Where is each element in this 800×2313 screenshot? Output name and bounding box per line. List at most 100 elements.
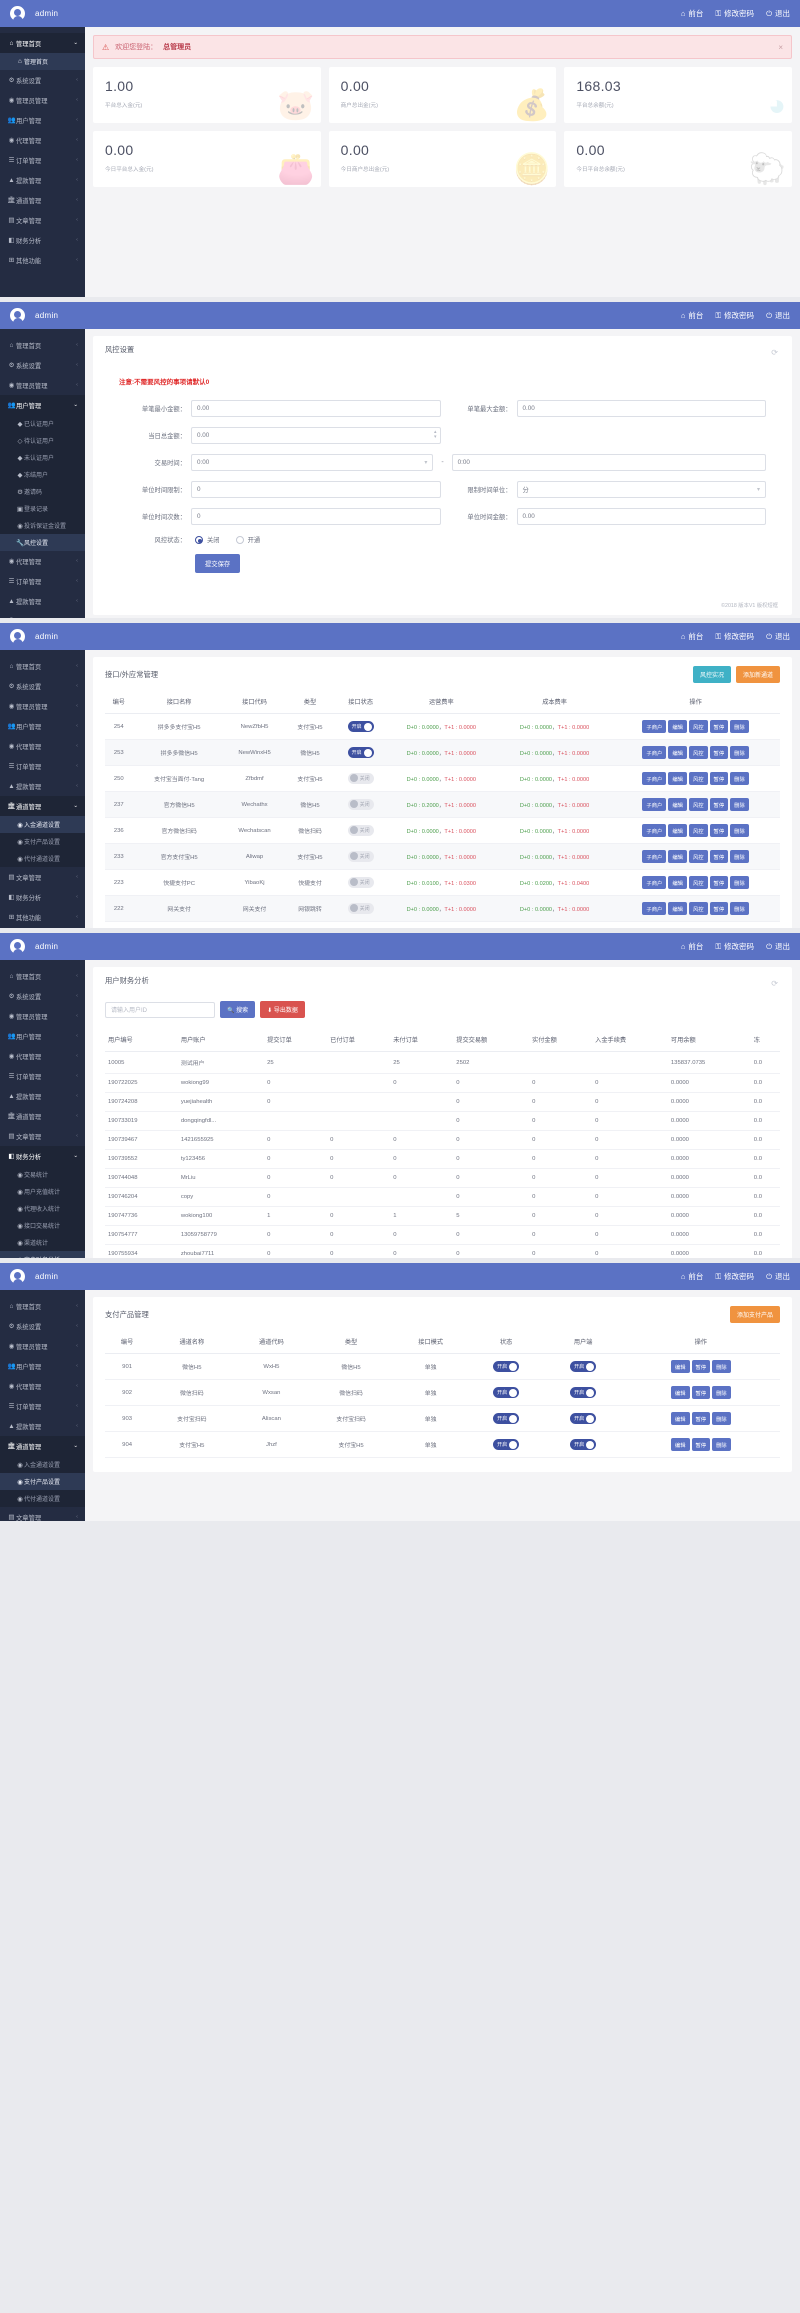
sidebar-item-channel[interactable]: 🏛 通道管理 ‹ [0, 190, 85, 210]
status-toggle[interactable]: 关闭 [347, 850, 374, 862]
sidebar-item-system[interactable]: ⚙ 系统设置 ‹ [0, 355, 85, 375]
status-toggle[interactable]: 开启 [493, 1439, 520, 1450]
topbar-link-logout[interactable]: ⏻ 退出 [766, 310, 790, 321]
sub-merchant-button[interactable]: 子商户 [642, 824, 667, 837]
sidebar-subitem-deposit-setting[interactable]: ◉ 投诉保证金设置 [0, 517, 85, 534]
sidebar-item-agent[interactable]: ◉ 代理管理 ‹ [0, 1376, 85, 1396]
edit-button[interactable]: 编辑 [668, 720, 687, 733]
status-toggle[interactable]: 开启 [493, 1413, 520, 1424]
sidebar-item-admin[interactable]: ◉ 管理员管理 ‹ [0, 1006, 85, 1026]
limit-time-unit-select[interactable]: 分 ▾ [516, 481, 766, 498]
add-product-button[interactable]: 添加支付产品 [729, 1306, 780, 1323]
sidebar-item-orders[interactable]: ☰ 订单管理 ‹ [0, 150, 85, 170]
status-toggle[interactable]: 开启 [347, 747, 374, 758]
pause-button[interactable]: 暂停 [691, 1360, 711, 1373]
sidebar-item-withdraw[interactable]: ▲ 提款管理 ‹ [0, 591, 85, 611]
sidebar-item-users[interactable]: 👥 用户管理 ‹ [0, 1356, 85, 1376]
edit-button[interactable]: 编辑 [668, 824, 687, 837]
sidebar-item-admin[interactable]: ◉ 管理员管理 ‹ [0, 1336, 85, 1356]
pause-button[interactable]: 暂停 [709, 720, 729, 733]
edit-button[interactable]: 编辑 [670, 1438, 690, 1451]
sidebar-item-article[interactable]: ▤ 文章管理 ‹ [0, 210, 85, 230]
sidebar-item-orders[interactable]: ☰ 订单管理 ‹ [0, 571, 85, 591]
delete-button[interactable]: 删除 [730, 876, 749, 889]
sub-merchant-button[interactable]: 子商户 [642, 772, 667, 785]
client-toggle[interactable]: 开启 [570, 1413, 597, 1424]
topbar-link-logout[interactable]: ⏻ 退出 [766, 941, 790, 952]
sub-merchant-button[interactable]: 子商户 [642, 798, 667, 811]
radio-risk-on[interactable]: 开通 [235, 535, 260, 544]
sidebar-item-channel[interactable]: 🏛 通道管理 ‹ [0, 1106, 85, 1126]
table-row[interactable]: 190747736 wokiong100 1 0 1 5 0 0 0.0000 0.0 [105, 1206, 780, 1226]
edit-button[interactable]: 编辑 [668, 746, 687, 759]
sidebar-item-withdraw[interactable]: ▲ 提款管理 ‹ [0, 170, 85, 190]
unit-time-amount-input[interactable]: 0.00 [516, 508, 766, 525]
table-row[interactable]: 233 官方支付宝H5 Aliwap 支付宝H5 关闭 D+0 : 0.0000… [105, 843, 780, 870]
pause-button[interactable]: 暂停 [691, 1438, 711, 1451]
sidebar-subitem-invite-code[interactable]: ⚙ 邀请码 [0, 483, 85, 500]
delete-button[interactable]: 删除 [730, 798, 749, 811]
edit-button[interactable]: 编辑 [668, 902, 687, 915]
sidebar-item-orders[interactable]: ☰ 订单管理 ‹ [0, 1396, 85, 1416]
topbar-link-logout[interactable]: ⏻ 退出 [766, 631, 790, 642]
pause-button[interactable]: 暂停 [691, 1386, 711, 1399]
sidebar-subitem-pending-users[interactable]: ◇ 待认证用户 [0, 432, 85, 449]
sidebar-item-finance[interactable]: ◧ 财务分析 ⌄ [0, 1146, 85, 1166]
topbar-link-password[interactable]: ⚿ 修改密码 [715, 631, 754, 642]
sidebar-subitem-payment-product[interactable]: ◉ 支付产品设置 [0, 1473, 85, 1490]
sidebar-item-users[interactable]: 👥 用户管理 ⌄ [0, 395, 85, 415]
topbar-link-logout[interactable]: ⏻ 退出 [766, 8, 790, 19]
sidebar-item-system[interactable]: ⚙ 系统设置 ‹ [0, 70, 85, 90]
table-row[interactable]: 190724208 yuejiahealth 0 0 0 0 0.0000 0.0 [105, 1092, 780, 1112]
table-row[interactable]: 236 官方微信扫码 Wechatscan 微信扫码 关闭 D+0 : 0.00… [105, 817, 780, 844]
table-row[interactable]: 190746204 copy 0 0 0 0 0.0000 0.0 [105, 1187, 780, 1207]
sidebar-item-agent[interactable]: ◉ 代理管理 ‹ [0, 551, 85, 571]
sidebar-item-agent[interactable]: ◉ 代理管理 ‹ [0, 736, 85, 756]
submit-save-button[interactable]: 提交保存 [195, 554, 241, 573]
sidebar-subitem-frozen-users[interactable]: ◆ 冻结用户 [0, 466, 85, 483]
topbar-link-front[interactable]: ⌂ 前台 [681, 8, 704, 19]
sub-merchant-button[interactable]: 子商户 [642, 876, 667, 889]
sidebar-subitem-agent-income-stats[interactable]: ◉ 代理收入统计 [0, 1200, 85, 1217]
pause-button[interactable]: 暂停 [709, 798, 729, 811]
sidebar-item-withdraw[interactable]: ▲ 提款管理 ‹ [0, 776, 85, 796]
delete-button[interactable]: 删除 [712, 1386, 731, 1399]
table-row[interactable]: 901 微信H5 WxH5 微信H5 单独 开启 开启 编辑 暂停 删除 [105, 1353, 780, 1380]
risk-button[interactable]: 风控 [688, 720, 708, 733]
table-row[interactable]: 223 快捷支付PC YibaoKj 快捷支付 关闭 D+0 : 0.0100，… [105, 869, 780, 896]
client-toggle[interactable]: 开启 [570, 1439, 597, 1450]
search-button[interactable]: 🔍 搜索 [220, 1001, 256, 1018]
sidebar-item-admin[interactable]: ◉ 管理员管理 ‹ [0, 90, 85, 110]
sidebar-subitem-login-log[interactable]: ▣ 登录记录 [0, 500, 85, 517]
risk-button[interactable]: 风控 [688, 902, 708, 915]
unit-time-limit-input[interactable]: 0 [191, 481, 441, 498]
sidebar-item-channel[interactable]: 🏛 通道管理 ⌄ [0, 796, 85, 816]
topbar-link-front[interactable]: ⌂ 前台 [681, 1271, 704, 1282]
delete-button[interactable]: 删除 [730, 902, 749, 915]
risk-button[interactable]: 风控 [688, 876, 708, 889]
sidebar-item-admin[interactable]: ◉ 管理员管理 ‹ [0, 696, 85, 716]
topbar-link-logout[interactable]: ⏻ 退出 [766, 1271, 790, 1282]
sidebar-subitem-channel-stats[interactable]: ◉ 渠道统计 [0, 1234, 85, 1251]
sidebar-item-users[interactable]: 👥 用户管理 ‹ [0, 1026, 85, 1046]
table-row[interactable]: 190739467 1421655925 0 0 0 0 0 0 0.0000 0.0 [105, 1130, 780, 1150]
sidebar-item-system[interactable]: ⚙ 系统设置 ‹ [0, 1316, 85, 1336]
sidebar-subitem-payout-channel[interactable]: ◉ 代付通道设置 [0, 850, 85, 867]
sidebar-item-withdraw[interactable]: ▲ 提款管理 ‹ [0, 1086, 85, 1106]
status-toggle[interactable]: 关闭 [347, 798, 374, 810]
pause-button[interactable]: 暂停 [709, 850, 729, 863]
table-row[interactable]: 222 网关支付 网关支付 网银跳转 关闭 D+0 : 0.0000，T+1 :… [105, 895, 780, 922]
pause-button[interactable]: 暂停 [709, 772, 729, 785]
pause-button[interactable]: 暂停 [709, 902, 729, 915]
risk-status-button[interactable]: 风控实况 [692, 666, 731, 683]
status-toggle[interactable]: 开启 [347, 721, 374, 732]
radio-risk-off[interactable]: 关闭 [195, 535, 220, 544]
pause-button[interactable]: 暂停 [709, 876, 729, 889]
edit-button[interactable]: 编辑 [670, 1412, 690, 1425]
sidebar-subitem-user-recharge-stats[interactable]: ◉ 用户充值统计 [0, 1183, 85, 1200]
sidebar-subitem-payment-product[interactable]: ◉ 支付产品设置 [0, 833, 85, 850]
edit-button[interactable]: 编辑 [668, 798, 687, 811]
sidebar-item-article[interactable]: ▤ 文章管理 ‹ [0, 1126, 85, 1146]
sub-merchant-button[interactable]: 子商户 [642, 720, 667, 733]
sidebar-item-system[interactable]: ⚙ 系统设置 ‹ [0, 986, 85, 1006]
